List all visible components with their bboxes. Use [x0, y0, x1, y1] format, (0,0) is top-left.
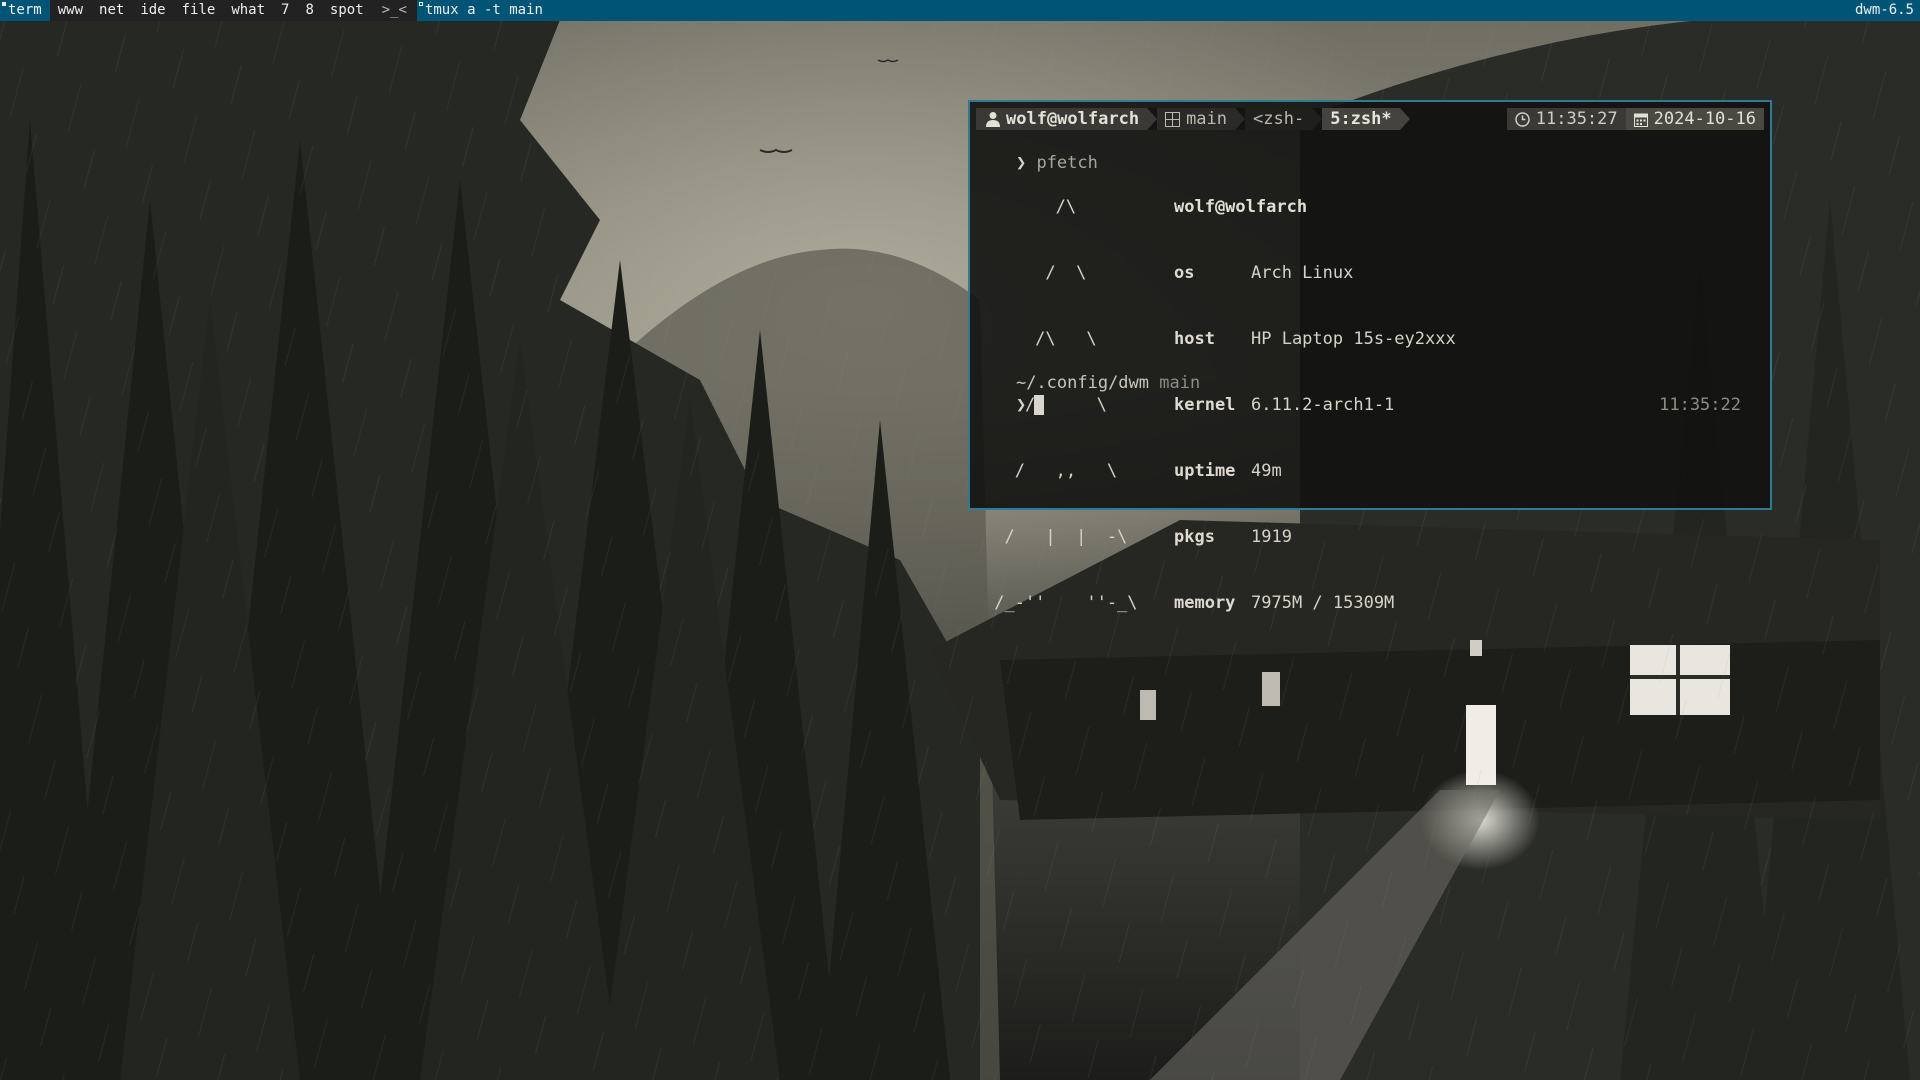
- logo-line: / \: [984, 263, 1087, 283]
- tmux-time-label: 11:35:27: [1535, 109, 1618, 129]
- logo-line: /\: [984, 197, 1077, 217]
- tag-label: file: [181, 2, 216, 18]
- tmux-clock-segment: 11:35:27: [1506, 108, 1626, 130]
- tag-term[interactable]: term: [0, 0, 50, 21]
- info-row-os: os Arch Linux: [1174, 262, 1456, 284]
- tmux-status-bar: wolf@wolfarch main <zsh- 5:zsh* 11:35:27: [976, 108, 1764, 130]
- info-key: pkgs: [1174, 527, 1215, 547]
- command-line: ❯ pfetch: [975, 130, 1098, 173]
- info-value: Arch Linux: [1251, 263, 1354, 283]
- floating-indicator: [418, 2, 423, 6]
- tmux-date-label: 2024-10-16: [1653, 109, 1756, 129]
- info-key: os: [1174, 263, 1195, 283]
- text-cursor: [1034, 395, 1045, 415]
- separator-arrow: [1399, 108, 1410, 130]
- tag-net[interactable]: net: [91, 0, 132, 21]
- separator-arrow: [1147, 108, 1158, 130]
- tmux-session-segment[interactable]: main: [1157, 108, 1236, 130]
- info-value: 7975M / 15309M: [1251, 593, 1395, 613]
- prompt-time: 11:35:22: [1659, 395, 1741, 415]
- info-value: 6.11.2-arch1-1: [1251, 395, 1395, 415]
- window-title[interactable]: tmux a -t main: [416, 0, 1849, 21]
- tag-label: ide: [140, 2, 166, 18]
- tag-list: term www net ide file what 7 8 spot: [0, 0, 372, 21]
- separator-arrow: [1235, 108, 1246, 130]
- status-text: dwm-6.5: [1848, 0, 1920, 21]
- logo-line: /_-'' ''-_\: [984, 593, 1138, 613]
- tag-7[interactable]: 7: [273, 0, 297, 21]
- info-row-pkgs: pkgs 1919: [1174, 526, 1456, 548]
- info-value: HP Laptop 15s-ey2xxx: [1251, 329, 1456, 349]
- logo-line: /\ \: [984, 329, 1097, 349]
- clock-icon: [1515, 111, 1530, 127]
- system-info: wolf@wolfarch os Arch Linux host HP Laptop…: [1174, 152, 1456, 658]
- tag-label: term: [8, 2, 42, 18]
- tag-8[interactable]: 8: [297, 0, 321, 21]
- tmux-window-tab[interactable]: <zsh-: [1245, 108, 1313, 130]
- info-row-memory: memory 7975M / 15309M: [1174, 592, 1456, 614]
- tag-spot[interactable]: spot: [322, 0, 372, 21]
- tmux-user-segment: wolf@wolfarch: [976, 108, 1148, 130]
- dwm-bar: term www net ide file what 7 8 spot >_< …: [0, 0, 1920, 21]
- info-row-host: host HP Laptop 15s-ey2xxx: [1174, 328, 1456, 350]
- tag-what[interactable]: what: [223, 0, 273, 21]
- tmux-window-label: <zsh-: [1253, 109, 1305, 129]
- info-key: host: [1174, 329, 1215, 349]
- tag-label: 7: [281, 2, 290, 18]
- logo-line: / ,, \: [984, 461, 1118, 481]
- tag-label: net: [99, 2, 125, 18]
- layout-symbol[interactable]: >_<: [371, 0, 417, 21]
- window-title-text: tmux a -t main: [424, 2, 543, 18]
- tag-www[interactable]: www: [50, 0, 91, 21]
- tmux-date-segment: 2024-10-16: [1625, 108, 1764, 130]
- logo-line: / | | -\: [984, 527, 1128, 547]
- tmux-session-label: main: [1186, 109, 1228, 129]
- tag-label: www: [57, 2, 84, 18]
- info-key: kernel: [1174, 395, 1236, 415]
- info-value: 49m: [1251, 461, 1282, 481]
- prompt-path-line: ~/.config/dwm main 11:35:22: [975, 350, 1755, 415]
- tag-ide[interactable]: ide: [132, 0, 173, 21]
- tmux-window-tab-active[interactable]: 5:zsh*: [1322, 108, 1400, 130]
- info-value: 1919: [1251, 527, 1292, 547]
- info-key: uptime: [1174, 461, 1236, 481]
- separator-arrow: [1312, 108, 1323, 130]
- tmux-user-label: wolf@wolfarch: [1006, 109, 1140, 129]
- terminal-window[interactable]: wolf@wolfarch main <zsh- 5:zsh* 11:35:27: [968, 100, 1772, 613]
- git-branch: main: [1159, 373, 1201, 393]
- tag-file[interactable]: file: [174, 0, 224, 21]
- user-icon: [986, 111, 1000, 127]
- info-row-kernel: kernel 6.11.2-arch1-1: [1174, 394, 1456, 416]
- calendar-icon: [1633, 112, 1648, 127]
- info-row-uptime: uptime 49m: [1174, 460, 1456, 482]
- grid-icon: [1165, 111, 1181, 127]
- tag-label: 8: [305, 2, 314, 18]
- info-title: wolf@wolfarch: [1174, 197, 1308, 217]
- tmux-window-label: 5:zsh*: [1330, 109, 1392, 129]
- tag-label: spot: [329, 2, 364, 18]
- info-key: memory: [1174, 593, 1236, 613]
- tag-label: what: [231, 2, 266, 18]
- prompt-symbol: ❯: [1015, 395, 1027, 415]
- input-line[interactable]: ❯: [975, 372, 1045, 415]
- occupied-indicator: [2, 2, 6, 6]
